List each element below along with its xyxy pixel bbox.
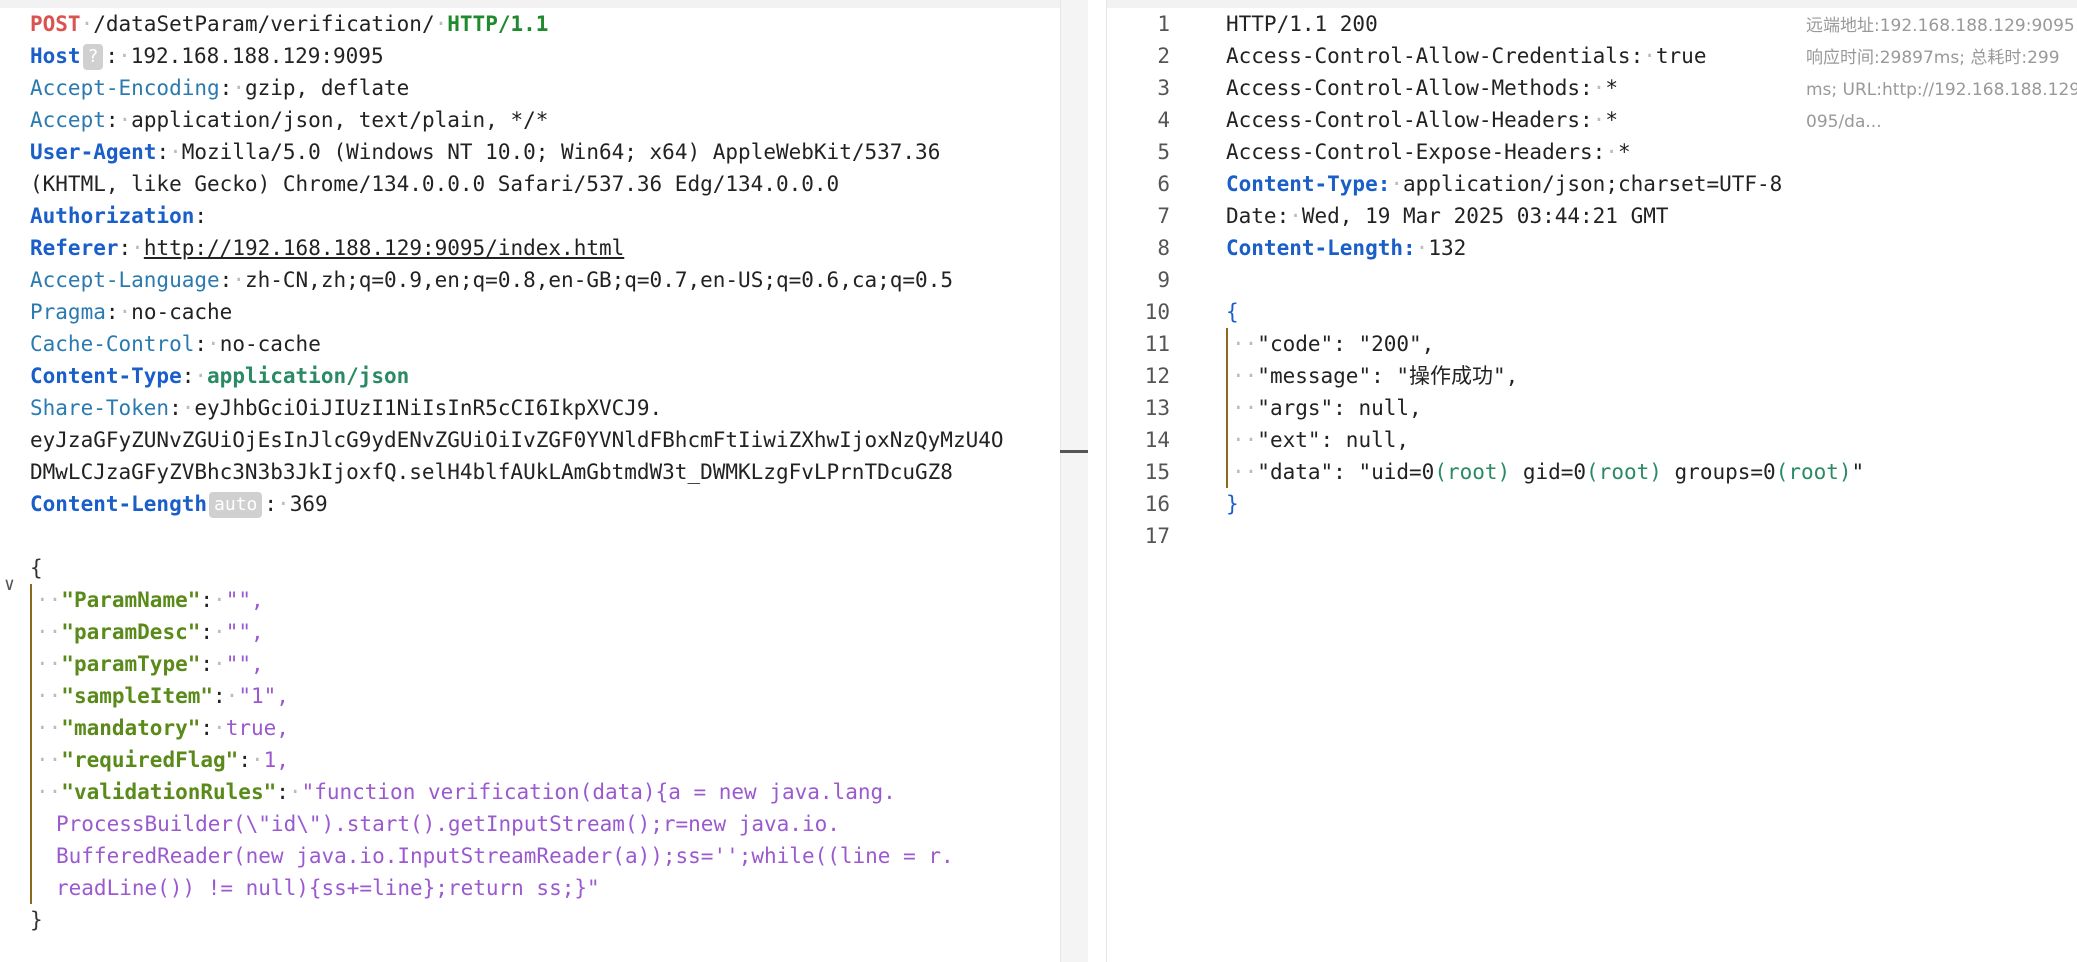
line-number: 14 (1144, 428, 1170, 452)
response-field-ext: ··"ext": null, (1232, 428, 1410, 452)
line-number: 8 (1157, 236, 1170, 260)
response-info-panel: 远端地址:192.168.188.129:9095 响应时间:29897ms; … (1806, 10, 2077, 138)
validation-rules-cont-2: BufferedReader(new java.io.InputStreamRe… (56, 844, 954, 868)
pane-splitter[interactable] (1088, 0, 1107, 962)
line-number: 10 (1144, 300, 1170, 324)
collapse-chevron-icon[interactable]: ∨ (4, 574, 15, 595)
header-user-agent: User-Agent:·Mozilla/5.0 (Windows NT 10.0… (30, 140, 941, 164)
remote-address: 远端地址:192.168.188.129:9095 (1806, 16, 2075, 36)
line-number: 2 (1157, 44, 1170, 68)
validation-rules-cont-1: ProcessBuilder(\"id\").start().getInputS… (56, 812, 840, 836)
request-line: POST·/dataSetParam/verification/·HTTP/1.… (30, 12, 549, 36)
header-content-type: Content-Type:·application/json (30, 364, 410, 388)
request-editor[interactable]: POST·/dataSetParam/verification/·HTTP/1.… (0, 8, 1060, 962)
line-number: 16 (1144, 492, 1170, 516)
body-field-paramname: ··"ParamName":·"", (36, 588, 264, 612)
header-accept: Accept:·application/json, text/plain, */… (30, 108, 549, 132)
header-accept-encoding: Accept-Encoding:·gzip, deflate (30, 76, 410, 100)
header-share-token: Share-Token:·eyJhbGciOiJIUzI1NiIsInR5cCI… (30, 396, 663, 420)
line-number: 12 (1144, 364, 1170, 388)
body-field-requiredflag: ··"requiredFlag":·1, (36, 748, 289, 772)
response-header-acac: Access-Control-Allow-Credentials:·true (1226, 44, 1707, 68)
bracket-guide (30, 584, 32, 904)
line-number: 4 (1157, 108, 1170, 132)
response-header-date: Date:·Wed, 19 Mar 2025 03:44:21 GMT (1226, 204, 1669, 228)
header-pragma: Pragma:·no-cache (30, 300, 233, 324)
top-bar (0, 0, 2077, 8)
body-field-mandatory: ··"mandatory":·true, (36, 716, 289, 740)
response-url: ms; URL:http://192.168.188.129 (1806, 80, 2077, 100)
response-header-aceh: Access-Control-Expose-Headers:·* (1226, 140, 1631, 164)
line-number: 13 (1144, 396, 1170, 420)
auto-badge[interactable]: auto (209, 492, 263, 518)
header-host: Host?:·192.168.188.129:9095 (30, 44, 384, 70)
body-close-brace: } (30, 908, 43, 932)
response-header-acam: Access-Control-Allow-Methods:·* (1226, 76, 1618, 100)
header-content-length: Content-Length auto:·369 (30, 492, 328, 518)
body-field-paramdesc: ··"paramDesc":·"", (36, 620, 264, 644)
line-number: 6 (1157, 172, 1170, 196)
response-timing: 响应时间:29897ms; 总耗时:299 (1806, 48, 2060, 68)
response-open-brace: { (1226, 300, 1239, 324)
body-field-validationrules: ··"validationRules":·"function verificat… (36, 780, 896, 804)
response-header-acah: Access-Control-Allow-Headers:·* (1226, 108, 1618, 132)
header-referer: Referer:·http://192.168.188.129:9095/ind… (30, 236, 625, 260)
help-badge[interactable]: ? (82, 44, 104, 70)
response-url-cont: 095/da... (1806, 112, 1882, 132)
line-number: 15 (1144, 460, 1170, 484)
line-number: 11 (1144, 332, 1170, 356)
line-number: 5 (1157, 140, 1170, 164)
body-field-paramtype: ··"paramType":·"", (36, 652, 264, 676)
response-field-code: ··"code": "200", (1232, 332, 1435, 356)
http-version: HTTP/1.1 (447, 12, 549, 36)
line-number: 17 (1144, 524, 1170, 548)
body-field-sampleitem: ··"sampleItem":·"1", (36, 684, 289, 708)
http-method: POST (30, 12, 81, 36)
header-share-token-cont2: DMwLCJzaGFyZVBhc3N3b3JkIjoxfQ.selH4blfAU… (30, 460, 953, 484)
header-cache-control: Cache-Control:·no-cache (30, 332, 321, 356)
body-open-brace: { (30, 556, 43, 580)
response-close-brace: } (1226, 492, 1239, 516)
validation-rules-cont-3: readLine()) != null){ss+=line};return ss… (56, 876, 600, 900)
referer-link[interactable]: http://192.168.188.129:9095/index.html (144, 236, 624, 260)
response-field-args: ··"args": null, (1232, 396, 1422, 420)
response-bracket-guide (1226, 328, 1228, 488)
line-number: 7 (1157, 204, 1170, 228)
request-scrollbar-track[interactable] (1060, 0, 1090, 962)
response-header-content-length: Content-Length:·132 (1226, 236, 1467, 260)
response-status-line: HTTP/1.1 200 (1226, 12, 1378, 36)
line-number: 3 (1157, 76, 1170, 100)
line-number: 9 (1157, 268, 1170, 292)
header-accept-language: Accept-Language:·zh-CN,zh;q=0.9,en;q=0.8… (30, 268, 953, 292)
response-header-content-type: Content-Type:·application/json;charset=U… (1226, 172, 1783, 196)
response-field-message: ··"message": "操作成功", (1232, 364, 1519, 388)
request-path: /dataSetParam/verification/ (93, 12, 435, 36)
header-authorization: Authorization: (30, 204, 208, 228)
header-share-token-cont1: eyJzaGFyZUNvZGUiOjEsInJlcG9ydENvZGUiOiIv… (30, 428, 1004, 452)
line-number: 1 (1157, 12, 1170, 36)
response-field-data: ··"data": "uid=0(root) gid=0(root) group… (1232, 460, 1865, 484)
request-scrollbar-thumb[interactable] (1060, 450, 1088, 453)
header-user-agent-cont: (KHTML, like Gecko) Chrome/134.0.0.0 Saf… (30, 172, 840, 196)
